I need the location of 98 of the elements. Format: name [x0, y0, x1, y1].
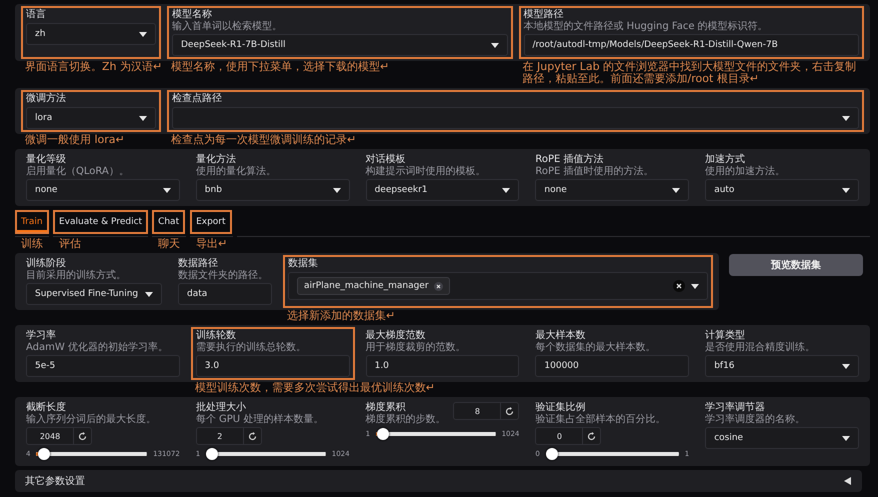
caret-icon — [672, 188, 680, 192]
annotation-text: 导出↵ — [196, 238, 228, 250]
dropdown[interactable]: bnb — [196, 179, 350, 201]
annotation-text: 训练 — [21, 238, 43, 250]
caret-icon — [490, 42, 498, 48]
field-label: 模型路径 — [524, 9, 564, 20]
tab[interactable]: Train — [15, 210, 49, 234]
caret-icon — [502, 188, 510, 192]
annotation-text: 评估 — [59, 238, 81, 250]
field-description: 验证集占全部样本的百分比。 — [535, 414, 666, 425]
annotation-text: 选择新添加的数据集↵ — [287, 310, 396, 322]
dropdown[interactable]: auto — [705, 179, 859, 201]
tab[interactable]: Chat — [152, 210, 186, 234]
field-label: 训练轮数 — [196, 330, 237, 342]
caret-icon — [145, 292, 153, 296]
field-description: 输入序列分词后的最大长度。 — [26, 414, 156, 425]
text-field[interactable]: 1.0 — [366, 355, 520, 377]
field-label: 模型名称 — [172, 9, 213, 20]
field-label: 最大梯度范数 — [366, 330, 427, 342]
slider-thumb[interactable] — [376, 428, 389, 440]
field-description: 启用量化（QLoRA）。 — [26, 166, 129, 177]
caret-icon — [139, 116, 147, 120]
annotation-text: 模型训练次数，需要多次尝试得出最优训练次数↵ — [194, 382, 436, 394]
text-field[interactable]: 3.0 — [196, 355, 350, 377]
caret-icon — [139, 32, 147, 36]
accordion-label: 其它参数设置 — [25, 474, 85, 488]
remove-icon — [434, 282, 443, 290]
field-description: 每个 GPU 处理的样本数量。 — [196, 414, 324, 425]
field-label: 梯度累积 — [366, 402, 407, 414]
field-description: 每个数据集的最大样本数。 — [535, 342, 656, 353]
tab[interactable]: Export — [190, 210, 232, 234]
field-label: 微调方法 — [26, 93, 66, 105]
caret-icon — [842, 436, 850, 440]
field-label: 学习率调节器 — [705, 402, 766, 414]
annotation-text: 模型名称，使用下拉菜单，选择下载的模型↵ — [171, 61, 390, 73]
dropdown[interactable]: none — [535, 179, 690, 201]
slider-thumb[interactable] — [546, 448, 558, 460]
clear-icon — [673, 280, 685, 292]
field-description: 是否使用混合精度训练。 — [705, 342, 816, 353]
field-label: 截断长度 — [26, 402, 67, 414]
annotation-text: 界面语言切换。Zh 为汉语↵ — [25, 61, 162, 73]
annotation-text: 在 Jupyter Lab 的文件浏览器中找到大模型文件的文件夹，右击复制路径，粘贴至此。前面还需要添加/root 根目录↵ — [522, 61, 858, 85]
slider-thumb[interactable] — [206, 448, 218, 460]
field-label: 对话模板 — [366, 154, 407, 166]
caret-icon — [691, 284, 699, 288]
text-field[interactable]: 5e-5 — [26, 355, 180, 377]
dropdown[interactable]: none — [26, 179, 180, 201]
text-field[interactable]: /root/autodl-tmp/Models/DeepSeek-R1-Distill-Qwen-7B — [524, 34, 859, 56]
accordion-header[interactable]: 其它参数设置 — [15, 470, 862, 492]
field-description: AdamW 优化器的初始学习率。 — [26, 342, 168, 353]
caret-icon — [162, 188, 171, 192]
field-label: 最大样本数 — [535, 330, 586, 342]
field-description: 使用的加速方法。 — [705, 166, 786, 177]
field-description: 输入首单词以检索模型。 — [172, 21, 282, 32]
field-label: 数据集 — [288, 258, 318, 270]
annotation-text: 检查点为每一次模型微调训练的记录↵ — [171, 134, 356, 146]
dropdown[interactable]: cosine — [705, 427, 859, 449]
annotation-text: 聊天 — [158, 238, 180, 250]
field-label: 加速方式 — [705, 154, 746, 166]
field-label: 学习率 — [26, 330, 57, 342]
field-label: 批处理大小 — [196, 402, 247, 414]
text-field[interactable]: data — [178, 283, 272, 305]
field-description: 目前采用的训练方式。 — [26, 270, 126, 281]
field-label: 量化等级 — [26, 154, 67, 166]
field-description: 梯度累积的步数。 — [366, 414, 446, 425]
field-label: 计算类型 — [705, 330, 746, 342]
tab[interactable]: Evaluate & Predict — [53, 210, 148, 234]
field-label: 检查点路径 — [172, 93, 222, 105]
caret-icon — [842, 116, 850, 120]
caret-icon — [842, 364, 850, 368]
field-description: RoPE 插值时使用的方法。 — [535, 166, 654, 177]
caret-icon — [842, 188, 850, 192]
dropdown[interactable]: Supervised Fine-Tuning — [26, 283, 162, 305]
slider-thumb[interactable] — [38, 448, 50, 460]
field-label: 验证集比例 — [535, 402, 586, 414]
field-description: 构建提示词时使用的模板。 — [366, 166, 486, 177]
dropdown[interactable]: bf16 — [705, 355, 859, 377]
field-label: RoPE 插值方法 — [535, 154, 605, 166]
dropdown[interactable]: deepseekr1 — [366, 179, 520, 201]
field-description: 需要执行的训练总轮数。 — [196, 342, 306, 353]
field-label: 数据路径 — [178, 258, 219, 270]
caret-icon — [332, 188, 341, 192]
field-description: 使用的量化算法。 — [196, 166, 276, 177]
field-description: 数据文件夹的路径。 — [178, 270, 268, 281]
preview-dataset-button[interactable]: 预览数据集 — [729, 254, 863, 276]
text-field[interactable]: 100000 — [535, 355, 690, 377]
field-description: 学习率调度器的名称。 — [705, 414, 806, 425]
field-label: 训练阶段 — [26, 258, 67, 270]
annotation-text: 微调一般使用 lora↵ — [25, 134, 125, 146]
field-label: 语言 — [26, 9, 46, 21]
dropdown[interactable]: lora — [26, 107, 156, 129]
dropdown[interactable]: zh — [26, 23, 156, 45]
field-label: 量化方法 — [196, 154, 237, 166]
dropdown[interactable]: DeepSeek-R1-7B-Distill — [172, 34, 508, 56]
multiselect-field[interactable]: airPlane_machine_manager — [288, 272, 708, 300]
field-description: 本地模型的文件路径或 Hugging Face 的模型标识符。 — [524, 21, 768, 32]
dataset-chip[interactable]: airPlane_machine_manager — [297, 277, 450, 295]
field-description: 用于梯度裁剪的范数。 — [366, 342, 466, 353]
